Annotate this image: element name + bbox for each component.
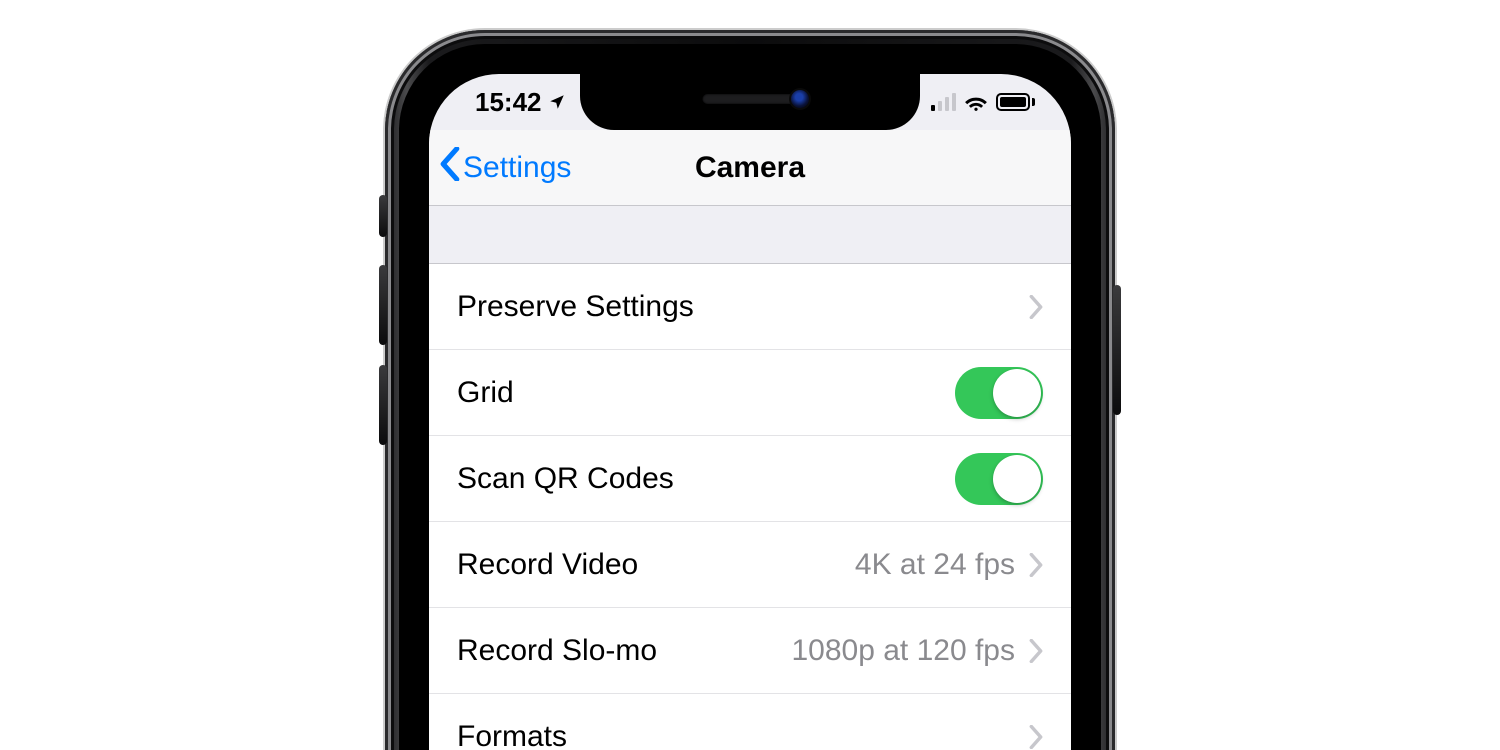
row-preserve-settings[interactable]: Preserve Settings xyxy=(429,264,1071,350)
phone-frame: 15:42 xyxy=(385,30,1115,750)
row-label: Record Slo-mo xyxy=(457,634,657,668)
wifi-icon xyxy=(964,93,988,111)
row-label: Scan QR Codes xyxy=(457,462,674,496)
row-record-video[interactable]: Record Video 4K at 24 fps xyxy=(429,522,1071,608)
grid-toggle[interactable] xyxy=(955,367,1043,419)
notch xyxy=(580,74,920,130)
row-label: Record Video xyxy=(457,548,638,582)
chevron-right-icon xyxy=(1029,295,1043,319)
row-label: Formats xyxy=(457,720,567,750)
nav-bar: Settings Camera xyxy=(429,130,1071,206)
settings-list: Preserve Settings Grid xyxy=(429,264,1071,750)
mute-switch xyxy=(379,195,387,237)
row-grid: Grid xyxy=(429,350,1071,436)
volume-down-button xyxy=(379,365,387,445)
section-spacer xyxy=(429,206,1071,264)
row-record-slo-mo[interactable]: Record Slo-mo 1080p at 120 fps xyxy=(429,608,1071,694)
back-label: Settings xyxy=(463,151,571,185)
earpiece-speaker xyxy=(703,94,798,104)
location-arrow-icon xyxy=(548,93,566,111)
qr-toggle[interactable] xyxy=(955,453,1043,505)
front-camera xyxy=(791,90,809,108)
chevron-left-icon xyxy=(439,147,461,189)
status-time: 15:42 xyxy=(475,87,542,118)
chevron-right-icon xyxy=(1029,725,1043,749)
row-formats[interactable]: Formats xyxy=(429,694,1071,750)
chevron-right-icon xyxy=(1029,639,1043,663)
row-scan-qr-codes: Scan QR Codes xyxy=(429,436,1071,522)
volume-up-button xyxy=(379,265,387,345)
row-detail: 1080p at 120 fps xyxy=(791,634,1015,668)
row-label: Grid xyxy=(457,376,514,410)
page-title: Camera xyxy=(695,151,805,185)
power-button xyxy=(1113,285,1121,415)
screen: 15:42 xyxy=(429,74,1071,750)
cellular-signal-icon xyxy=(931,93,956,111)
row-label: Preserve Settings xyxy=(457,290,694,324)
chevron-right-icon xyxy=(1029,553,1043,577)
row-detail: 4K at 24 fps xyxy=(855,548,1015,582)
battery-icon xyxy=(996,93,1035,111)
back-button[interactable]: Settings xyxy=(439,130,571,205)
